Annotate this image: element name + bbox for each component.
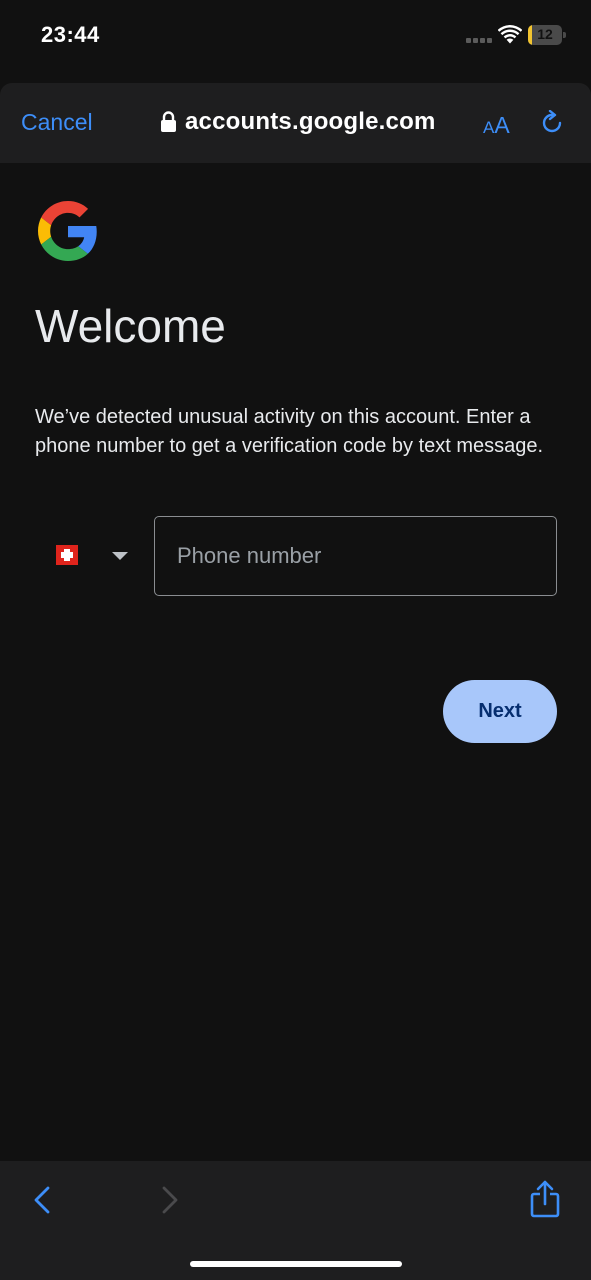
- screen: 23:44 12 Cancel accounts.google.com AA W…: [0, 0, 591, 1280]
- phone-number-input[interactable]: [155, 517, 556, 595]
- description-text: We’ve detected unusual activity on this …: [35, 406, 544, 457]
- chevron-left-icon[interactable]: [30, 1185, 54, 1215]
- cancel-button[interactable]: Cancel: [21, 109, 93, 136]
- chevron-right-icon[interactable]: [158, 1185, 182, 1215]
- reload-icon[interactable]: [539, 110, 565, 136]
- home-indicator[interactable]: [190, 1261, 402, 1267]
- battery-level: 12: [537, 26, 553, 42]
- phone-number-field[interactable]: [154, 516, 557, 596]
- browser-top-bar: Cancel accounts.google.com AA: [0, 83, 591, 163]
- status-bar: 23:44 12: [0, 0, 591, 76]
- text-size-big-a: A: [494, 112, 510, 138]
- country-code-select[interactable]: [46, 535, 146, 575]
- url-text: accounts.google.com: [185, 108, 436, 135]
- switzerland-flag-icon: [56, 545, 78, 565]
- wifi-icon: [498, 25, 522, 44]
- text-size-small-a: A: [483, 118, 495, 137]
- next-button[interactable]: Next: [443, 680, 557, 743]
- status-time: 23:44: [41, 22, 100, 47]
- battery-icon: 12: [528, 25, 566, 45]
- address-bar[interactable]: accounts.google.com: [160, 108, 436, 136]
- text-size-button[interactable]: AA: [483, 112, 510, 139]
- browser-bottom-toolbar: [0, 1161, 591, 1280]
- caret-down-icon: [112, 552, 128, 560]
- google-logo: [38, 201, 97, 261]
- page-title: Welcome: [35, 300, 226, 352]
- share-icon[interactable]: [529, 1180, 561, 1218]
- page-content: Welcome We’ve detected unusual activity …: [0, 163, 591, 1161]
- lock-icon: [161, 111, 176, 132]
- signal-icon: [466, 38, 492, 44]
